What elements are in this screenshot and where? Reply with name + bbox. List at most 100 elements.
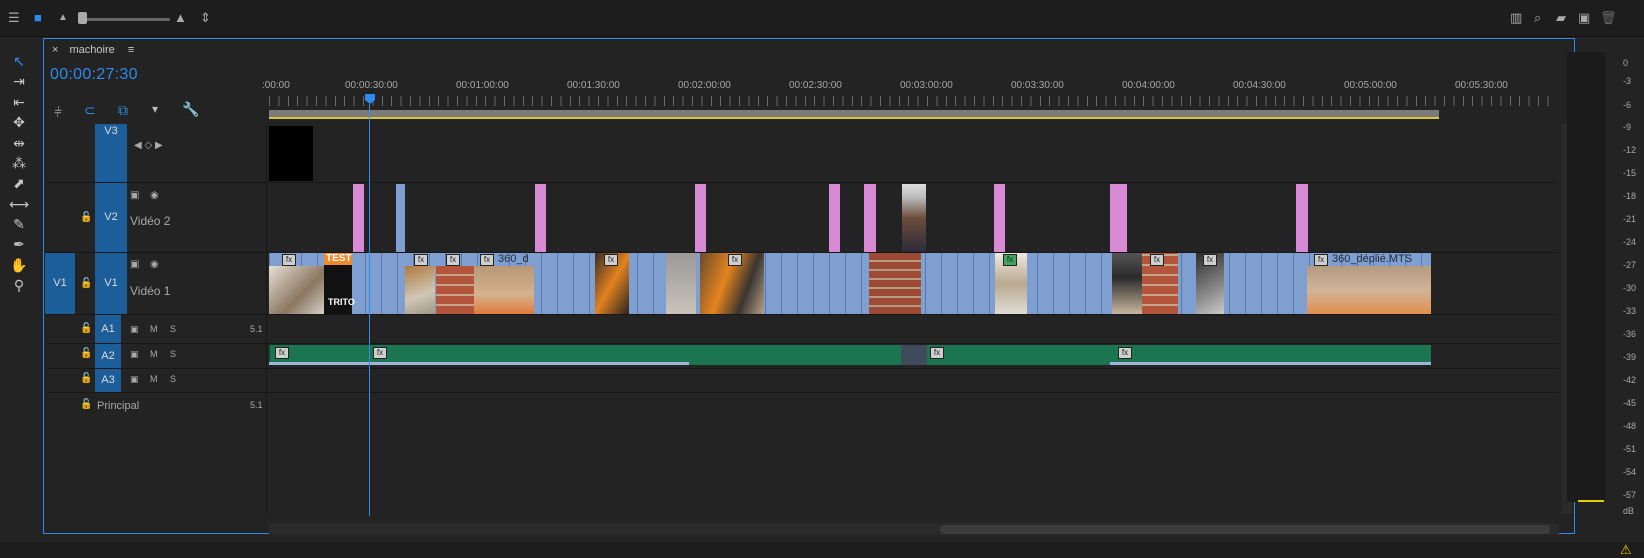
zoom-in-icon[interactable]: ▲ [174,10,187,26]
fx-badge[interactable]: fx [373,347,387,359]
track-target-a2[interactable]: A2 [95,344,121,368]
lock-icon[interactable]: 🔓 [80,212,92,223]
fx-badge[interactable]: fx [1118,347,1132,359]
keyframe-prev-icon[interactable]: ◀ ◇ ▶ [134,140,163,151]
fx-badge[interactable]: fx [930,347,944,359]
ruler-label: :00:00 [262,80,290,91]
top-toolbar: ☰ ■ ▲ ▲ ⇕ ▥ ⌕ ▰ ▣ 🗑 [0,0,1644,37]
horizontal-scroll-thumb[interactable] [940,525,1550,534]
fx-badge[interactable]: fx [1314,254,1328,266]
fx-badge[interactable]: fx [1003,254,1017,266]
solo-button[interactable]: S [170,349,176,359]
linked-selection-icon[interactable]: ⧉ [118,102,128,119]
adjustment-clip[interactable] [994,184,1005,252]
rolling-edit-icon[interactable]: ✥ [8,113,30,131]
folder-icon[interactable]: ▰ [1556,10,1566,26]
fx-badge[interactable]: fx [604,254,618,266]
panel-menu-icon[interactable]: ≡ [128,44,134,56]
monitor-icon[interactable]: ■ [34,10,42,26]
slide-icon[interactable]: ⟷ [8,195,30,213]
solo-button[interactable]: S [170,374,176,384]
zoom-slider-track[interactable] [80,18,170,21]
track-target-v1[interactable]: V1 [95,253,127,314]
pen-tool-icon[interactable]: ✒ [8,235,30,253]
video-clip[interactable] [396,184,405,252]
playhead-timecode[interactable]: 00:00:27:30 [50,66,138,84]
selection-tool-icon[interactable]: ↖ [8,52,30,70]
trash-icon[interactable]: 🗑 [1600,10,1617,26]
adjustment-clip[interactable] [353,184,364,252]
close-icon[interactable]: × [52,44,58,56]
eye-icon[interactable]: ◉ [150,190,159,201]
clip-black-video[interactable] [269,126,313,181]
ripple-edit-icon[interactable]: ⇤ [8,93,30,111]
meter-label: -9 [1623,122,1632,132]
slip-icon[interactable]: ⬈ [8,174,30,192]
adjustment-clip[interactable] [829,184,840,252]
sync-lock-icon[interactable]: ▣ [130,259,139,270]
sync-lock-icon[interactable]: ▣ [130,324,139,335]
fx-badge[interactable]: fx [1203,254,1217,266]
mute-button[interactable]: M [150,374,158,384]
zoom-out-icon[interactable]: ▲ [58,10,68,26]
new-item-icon[interactable]: ▣ [1578,10,1590,26]
source-patch-v1[interactable]: V1 [45,253,75,314]
search-icon[interactable]: ⌕ [1534,10,1541,26]
sync-lock-icon[interactable]: ▣ [130,190,139,201]
hand-icon[interactable]: ✋ [8,256,30,274]
fx-badge[interactable]: fx [480,254,494,266]
eye-icon[interactable]: ◉ [150,259,159,270]
fx-badge[interactable]: fx [414,254,428,266]
clip-title-trito: TRITO [328,297,355,307]
insert-sequence-icon[interactable]: ⫩ [54,104,62,121]
lock-icon[interactable]: 🔓 [80,323,92,334]
mute-button[interactable]: M [150,349,158,359]
video-clip-sunset[interactable] [902,184,926,252]
zoom-slider-thumb[interactable] [78,12,87,24]
pen-icon[interactable]: ✎ [8,215,30,233]
track-target-a1[interactable]: A1 [95,315,121,343]
meter-label: -33 [1623,306,1637,316]
adjustment-clip[interactable] [535,184,546,252]
fx-badge[interactable]: fx [282,254,296,266]
meter-label: -21 [1623,214,1637,224]
wrench-icon[interactable]: 🔧 [182,101,199,118]
razor-icon[interactable]: ⁂ [8,154,30,172]
track-select-icon[interactable]: ⇥ [8,72,30,90]
adjustment-clip[interactable] [695,184,706,252]
ruler-label: 00:01:30:00 [567,80,620,91]
meter-label: -48 [1623,421,1637,431]
track-target-v3[interactable]: V3 [95,124,127,182]
add-marker-icon[interactable]: ▾ [152,102,158,116]
lock-icon[interactable]: 🔓 [80,399,92,410]
mute-button[interactable]: M [150,324,158,334]
updown-icon[interactable]: ⇕ [200,10,211,26]
lock-icon[interactable]: 🔓 [80,373,92,384]
zoom-tool-icon[interactable]: ⚲ [8,276,30,294]
lock-icon[interactable]: 🔓 [80,348,92,359]
warning-icon[interactable]: ⚠ [1620,542,1632,558]
lock-icon[interactable]: 🔓 [80,278,92,289]
fx-badge[interactable]: fx [728,254,742,266]
adjustment-clip[interactable] [1296,184,1308,252]
track-target-a3[interactable]: A3 [95,369,121,392]
sync-lock-icon[interactable]: ▣ [130,349,139,360]
fx-badge[interactable]: fx [446,254,460,266]
solo-button[interactable]: S [170,324,176,334]
clip-thumbnail [474,266,534,314]
sync-lock-icon[interactable]: ▣ [130,374,139,385]
track-target-v2[interactable]: V2 [95,183,127,252]
sequence-tab[interactable]: × machoire ≡ [52,44,134,56]
fx-badge[interactable]: fx [1150,254,1164,266]
meters-icon[interactable]: ▥ [1510,10,1522,26]
fx-badge[interactable]: fx [275,347,289,359]
adjustment-clip[interactable] [864,184,876,252]
snap-icon[interactable]: ⊂ [84,102,96,119]
adjustment-clip[interactable] [1110,184,1127,252]
clip-name: 360_déplié.MTS [1332,253,1413,265]
rate-stretch-icon[interactable]: ⇹ [8,134,30,152]
header-divider [266,124,267,514]
list-icon[interactable]: ☰ [8,10,20,26]
ruler-label: 00:01:00:00 [456,80,509,91]
master-track-name: Principal [97,400,140,412]
